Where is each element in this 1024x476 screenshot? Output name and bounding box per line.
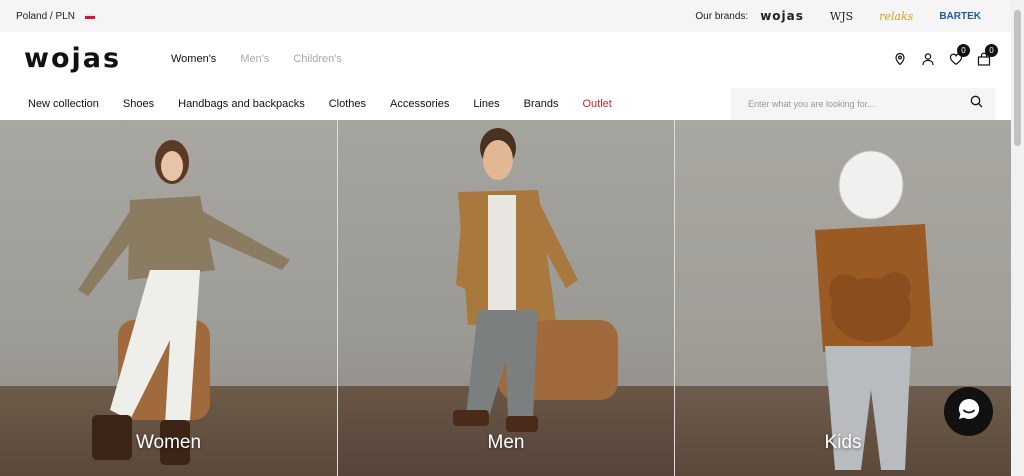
men-model-image [453, 128, 618, 432]
region-label[interactable]: Poland / PLN [16, 11, 75, 22]
brand-wjs-link[interactable]: WJS [830, 10, 853, 23]
nav-item-clothes[interactable]: Clothes [329, 98, 366, 110]
hero-label-kids: Kids [824, 432, 862, 453]
nav-item-outlet[interactable]: Outlet [582, 98, 611, 110]
tab-childrens[interactable]: Children's [293, 53, 342, 65]
nav-item-lines[interactable]: Lines [473, 98, 499, 110]
scrollbar-thumb[interactable] [1014, 10, 1021, 146]
account-icon[interactable] [921, 52, 935, 66]
brand-bartek-link[interactable]: BARTEK [939, 11, 981, 22]
top-bar: Poland / PLN Our brands: wojas WJS relak… [0, 0, 1011, 32]
brands-label: Our brands: [695, 10, 749, 22]
tab-womens[interactable]: Women's [171, 53, 216, 65]
site-header: wojas Women's Men's Children's 0 0 [0, 32, 1011, 88]
wishlist-count-badge: 0 [957, 44, 970, 57]
hero-label-men: Men [487, 432, 525, 453]
wishlist-icon[interactable]: 0 [949, 44, 970, 66]
store-location-icon[interactable] [893, 52, 907, 66]
nav-item-brands[interactable]: Brands [524, 98, 559, 110]
nav-item-shoes[interactable]: Shoes [123, 98, 154, 110]
main-nav: New collection Shoes Handbags and backpa… [0, 88, 1011, 120]
cart-count-badge: 0 [985, 44, 998, 57]
chat-button[interactable] [944, 387, 993, 436]
poland-flag-icon [84, 13, 95, 19]
hero-panel-women[interactable]: Women [0, 120, 337, 476]
hero-label-women: Women [135, 432, 202, 453]
chat-bubble-icon [955, 395, 983, 428]
brand-wojas-link[interactable]: wojas [760, 9, 804, 23]
search-icon[interactable] [970, 95, 983, 113]
gender-tabs: Women's Men's Children's [171, 53, 342, 65]
search-bar [731, 88, 995, 120]
region-selector[interactable]: Poland / PLN [16, 11, 95, 22]
nav-item-handbags[interactable]: Handbags and backpacks [178, 98, 305, 110]
site-logo[interactable]: wojas [24, 43, 121, 74]
brand-relaks-link[interactable]: relaks [879, 10, 913, 23]
cart-icon[interactable]: 0 [977, 44, 998, 66]
brands-bar: Our brands: wojas WJS relaks BARTEK [695, 9, 981, 23]
women-model-image [78, 140, 290, 465]
tab-mens[interactable]: Men's [240, 53, 269, 65]
nav-item-new-collection[interactable]: New collection [28, 98, 99, 110]
hero-categories: Women Men Kids [0, 120, 1011, 476]
header-icons: 0 0 [893, 44, 998, 66]
hero-panel-men[interactable]: Men [337, 120, 674, 476]
page-scrollbar[interactable] [1011, 0, 1024, 476]
search-input[interactable] [748, 99, 948, 109]
nav-item-accessories[interactable]: Accessories [390, 98, 449, 110]
